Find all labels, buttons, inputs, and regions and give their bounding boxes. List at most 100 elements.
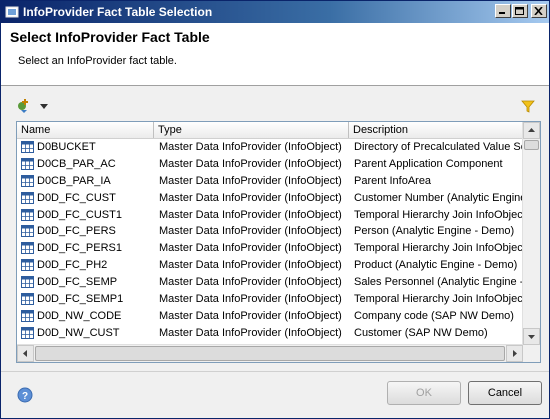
table-row[interactable]: D0D_FC_SEMP1 Master Data InfoProvider (In… bbox=[17, 291, 523, 308]
maximize-button[interactable] bbox=[512, 4, 528, 18]
cell-name: D0D_FC_SEMP1 bbox=[21, 291, 155, 307]
row-name: D0D_NW_CODE bbox=[37, 309, 122, 322]
row-name: D0CB_PAR_IA bbox=[37, 174, 111, 187]
scroll-right-icon bbox=[513, 350, 517, 357]
add-icon bbox=[18, 99, 28, 113]
title-bar: InfoProvider Fact Table Selection bbox=[1, 1, 549, 23]
table-icon bbox=[21, 225, 34, 238]
row-type: Master Data InfoProvider (InfoObject) bbox=[159, 242, 342, 255]
table-row[interactable]: D0CB_PAR_AC Master Data InfoProvider (Inf… bbox=[17, 156, 523, 173]
cell-name: D0D_FC_CUST1 bbox=[21, 207, 155, 223]
cell-name: D0D_FC_PERS1 bbox=[21, 240, 155, 256]
row-name: D0D_FC_SEMP1 bbox=[37, 293, 124, 306]
scroll-down-button[interactable] bbox=[523, 328, 540, 345]
row-name: D0D_FC_SEMP bbox=[37, 276, 118, 289]
row-name: D0D_FC_CUST bbox=[37, 191, 116, 204]
table-icon bbox=[21, 326, 34, 339]
row-description: Temporal Hierarchy Join InfoObject bbox=[354, 242, 523, 255]
close-button[interactable] bbox=[531, 4, 547, 18]
window-title: InfoProvider Fact Table Selection bbox=[23, 5, 213, 19]
scroll-right-button[interactable] bbox=[506, 345, 523, 362]
scroll-up-button[interactable] bbox=[523, 122, 540, 139]
page-subtitle: Select an InfoProvider fact table. bbox=[18, 55, 177, 67]
ok-button[interactable]: OK bbox=[387, 381, 461, 405]
table-row[interactable]: D0D_FC_PERS Master Data InfoProvider (Inf… bbox=[17, 223, 523, 240]
cell-name: D0D_FC_PERS bbox=[21, 223, 155, 239]
cell-name: D0BUCKET bbox=[21, 139, 155, 155]
table-row[interactable]: D0CB_PAR_IA Master Data InfoProvider (Inf… bbox=[17, 173, 523, 190]
row-type: Master Data InfoProvider (InfoObject) bbox=[159, 309, 342, 322]
filter-icon[interactable] bbox=[521, 99, 535, 113]
page-title: Select InfoProvider Fact Table bbox=[10, 29, 210, 45]
row-description: Directory of Precalculated Value Set bbox=[354, 141, 523, 153]
close-icon bbox=[534, 7, 543, 15]
vertical-scrollbar[interactable] bbox=[522, 122, 540, 345]
table-row[interactable]: D0D_NW_CODE Master Data InfoProvider (Inf… bbox=[17, 308, 523, 325]
scroll-up-icon bbox=[528, 128, 535, 132]
row-description: Customer (SAP NW Demo) bbox=[354, 326, 488, 339]
svg-text:?: ? bbox=[22, 391, 28, 402]
row-type: Master Data InfoProvider (InfoObject) bbox=[159, 157, 342, 170]
row-type: Master Data InfoProvider (InfoObject) bbox=[159, 225, 342, 238]
table-row[interactable]: D0D_NW_CUST Master Data InfoProvider (Inf… bbox=[17, 325, 523, 342]
horizontal-scroll-thumb[interactable] bbox=[35, 346, 505, 361]
minimize-icon bbox=[499, 12, 505, 14]
cell-name: D0CB_PAR_AC bbox=[21, 156, 155, 172]
table-row[interactable]: D0D_FC_CUST1 Master Data InfoProvider (In… bbox=[17, 207, 523, 224]
table-row[interactable]: D0BUCKET Master Data InfoProvider (InfoOb… bbox=[17, 139, 523, 156]
table-icon bbox=[21, 208, 34, 221]
row-description: Temporal Hierarchy Join InfoObject bbox=[354, 293, 523, 306]
table-icon bbox=[21, 174, 34, 187]
row-description: Customer Number (Analytic Engine - bbox=[354, 191, 523, 204]
help-icon[interactable]: ? bbox=[17, 387, 33, 403]
cell-name: D0D_FC_CUST bbox=[21, 190, 155, 206]
table-icon bbox=[21, 141, 34, 153]
row-description: Sales Personnel (Analytic Engine - D bbox=[354, 276, 523, 289]
table-icon bbox=[21, 157, 34, 170]
row-description: Parent InfoArea bbox=[354, 174, 432, 187]
row-name: D0D_NW_CUST bbox=[37, 326, 120, 339]
row-description: Parent Application Component bbox=[354, 157, 503, 170]
table-row[interactable]: D0D_FC_PH2 Master Data InfoProvider (Info… bbox=[17, 257, 523, 274]
row-description: Temporal Hierarchy Join InfoObject bbox=[354, 208, 523, 221]
row-name: D0BUCKET bbox=[37, 141, 96, 153]
toolbar bbox=[15, 97, 535, 117]
row-type: Master Data InfoProvider (InfoObject) bbox=[159, 293, 342, 306]
chevron-down-icon[interactable] bbox=[40, 104, 48, 110]
dialog-window: InfoProvider Fact Table Selection Select… bbox=[0, 0, 550, 419]
table-icon bbox=[21, 242, 34, 255]
column-header-type[interactable]: Type bbox=[154, 122, 349, 138]
table-icon bbox=[21, 293, 34, 306]
row-type: Master Data InfoProvider (InfoObject) bbox=[159, 326, 342, 339]
table-row[interactable]: D0D_FC_CUST Master Data InfoProvider (Inf… bbox=[17, 190, 523, 207]
row-type: Master Data InfoProvider (InfoObject) bbox=[159, 141, 342, 153]
row-description: Person (Analytic Engine - Demo) bbox=[354, 225, 515, 238]
scroll-left-icon bbox=[23, 350, 27, 357]
table-row[interactable]: D0D_FC_SEMP Master Data InfoProvider (Inf… bbox=[17, 274, 523, 291]
scroll-down-icon bbox=[528, 335, 535, 339]
table-icon bbox=[21, 276, 34, 289]
cell-name: D0D_NW_CUST bbox=[21, 325, 155, 341]
cancel-button[interactable]: Cancel bbox=[468, 381, 542, 405]
maximize-icon bbox=[515, 7, 524, 15]
add-button[interactable] bbox=[15, 97, 51, 115]
table-row[interactable]: D0D_FC_PERS1 Master Data InfoProvider (In… bbox=[17, 240, 523, 257]
cell-name: D0D_FC_PH2 bbox=[21, 257, 155, 273]
row-type: Master Data InfoProvider (InfoObject) bbox=[159, 259, 342, 272]
row-name: D0D_FC_PH2 bbox=[37, 259, 108, 272]
minimize-button[interactable] bbox=[495, 4, 511, 18]
row-name: D0D_FC_CUST1 bbox=[37, 208, 122, 221]
table-icon bbox=[21, 191, 34, 204]
table-body: D0BUCKET Master Data InfoProvider (InfoOb… bbox=[17, 139, 523, 342]
horizontal-scrollbar[interactable] bbox=[17, 344, 523, 362]
column-header-name[interactable]: Name bbox=[17, 122, 154, 138]
column-header-description[interactable]: Description bbox=[349, 122, 523, 138]
row-name: D0CB_PAR_AC bbox=[37, 157, 116, 170]
table-header: Name Type Description bbox=[17, 122, 523, 139]
app-icon bbox=[5, 6, 19, 18]
scroll-left-button[interactable] bbox=[17, 345, 34, 362]
vertical-scroll-thumb[interactable] bbox=[524, 140, 539, 150]
dialog-header: Select InfoProvider Fact Table Select an… bbox=[1, 23, 549, 86]
row-description: Product (Analytic Engine - Demo) bbox=[354, 259, 518, 272]
row-type: Master Data InfoProvider (InfoObject) bbox=[159, 174, 342, 187]
